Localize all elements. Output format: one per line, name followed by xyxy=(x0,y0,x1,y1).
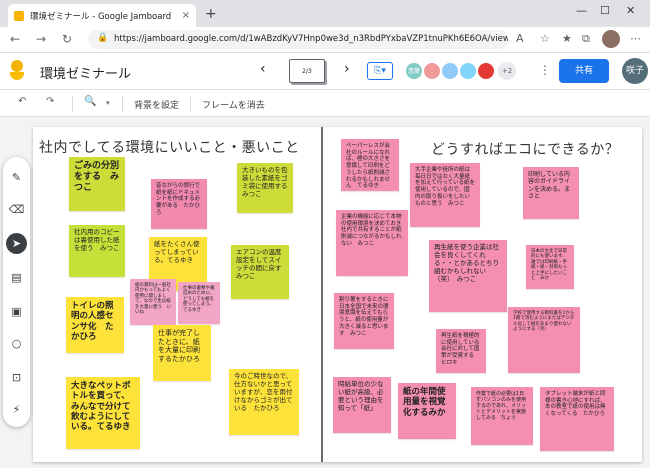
next-frame-button[interactable]: › xyxy=(344,61,350,77)
favorite-star-icon[interactable]: ☆ xyxy=(540,32,550,45)
sticky-note-icon[interactable]: ▤ xyxy=(6,267,27,288)
sticky-note[interactable]: 大手企業や役所の紙は毎日日ではなく大量紙を加えて行っている紙を使用しているので、… xyxy=(410,163,480,227)
sticky-note[interactable]: タブレット端末が紙と同様の書き心地にすれば、本の教室で紙の使用は無くなってくる … xyxy=(540,387,614,451)
more-collaborators-badge[interactable]: +2 xyxy=(498,62,516,80)
right-heading: どうすればエコにできるか？ xyxy=(431,142,620,158)
sticky-note[interactable]: 時給単位の少ない紙が高級、必要という理由を知って「紙」 xyxy=(333,377,391,433)
clear-frame-button[interactable]: フレームを消去 xyxy=(202,98,265,111)
user-avatar[interactable]: 咲子 xyxy=(622,58,648,84)
forward-icon[interactable]: → xyxy=(36,32,46,46)
url-text: https://jamboard.google.com/d/1wABzdKyV7… xyxy=(114,34,508,44)
sticky-note[interactable]: 再生紙を使う企業は社会を良くしてくれる・・とかあるとちり組むかもしれない（笑） … xyxy=(429,240,507,312)
toolbar-divider xyxy=(72,96,73,112)
sticky-note[interactable]: 仕事の書類や箱詰めのために、どうしても紙を使ってしまう。てるゆき xyxy=(178,282,220,324)
favorites-icon[interactable]: ★ xyxy=(562,32,572,45)
tool-rail: ✎ ⌫ ➤ ▤ ▣ ○ ⊡ ⚡ xyxy=(3,157,30,427)
share-button[interactable]: 共有 xyxy=(559,59,609,83)
frame-bar-toggle[interactable]: 2/3 xyxy=(289,59,325,83)
reload-icon[interactable]: ↻ xyxy=(62,32,72,46)
sticky-note[interactable]: 印刷している内容のガイドラインを決める。まさと xyxy=(523,167,579,219)
sticky-note[interactable]: 割り箸をするときに日本全国で未来の環境意識を伝えてもらうと、紙の使用量が大きく減… xyxy=(334,293,394,349)
lock-icon: 🔒 xyxy=(97,33,109,43)
sticky-note[interactable]: 社内用のコピーは裏使用した紙を使う みつこ xyxy=(69,225,125,277)
sticky-note[interactable]: 再生紙を積極的に使用している会社に対して国策が受賞する ヒロキ xyxy=(436,329,486,373)
toolbar-divider xyxy=(190,96,191,112)
sticky-note[interactable]: エアコンの温度設定をしてスイッチの間に戻す みつこ xyxy=(231,245,289,299)
close-window-button[interactable]: ✕ xyxy=(626,4,635,17)
browser-tab[interactable]: 環境ゼミナール - Google Jamboard × xyxy=(8,4,196,27)
set-background-button[interactable]: 背景を設定 xyxy=(134,98,179,111)
pen-icon[interactable]: ✎ xyxy=(6,167,27,188)
board-divider-line xyxy=(321,127,323,462)
collaborator-avatar[interactable] xyxy=(477,62,495,80)
redo-icon[interactable]: ↷ xyxy=(46,96,54,107)
sticky-note[interactable]: 作業で紙の必要は1日ずパソコンのみを使用するのであれ、メリットとデメリットを実施… xyxy=(471,387,533,445)
image-icon[interactable]: ▣ xyxy=(6,301,27,322)
jamboard-logo-icon[interactable] xyxy=(10,60,24,82)
toolbar-divider xyxy=(122,96,123,112)
maximize-button[interactable]: ☐ xyxy=(600,4,610,17)
undo-icon[interactable]: ↶ xyxy=(18,96,26,107)
sticky-note[interactable]: 昔ながらの慣行で紙を紙にドキュメントを作成する必要がある たかひろ xyxy=(151,179,207,229)
browser-menu-icon[interactable]: ⋯ xyxy=(630,32,641,45)
app-header: 環境ゼミナール ‹ 2/3 › ⎘▾ 悠葉 +2 ⋮ 共有 咲子 xyxy=(0,53,650,89)
minimize-button[interactable]: — xyxy=(576,4,587,17)
new-tab-button[interactable]: + xyxy=(205,6,217,22)
collections-icon[interactable]: ⧉ xyxy=(582,32,590,46)
url-input[interactable]: 🔒 https://jamboard.google.com/d/1wABzdKy… xyxy=(88,30,508,49)
back-icon[interactable]: ← xyxy=(10,32,20,46)
text-box-icon[interactable]: ⊡ xyxy=(6,367,27,388)
collaborator-avatar[interactable] xyxy=(441,62,459,80)
tab-close-icon[interactable]: × xyxy=(182,10,190,21)
browser-profile-avatar[interactable] xyxy=(602,30,620,48)
tab-title: 環境ゼミナール - Google Jamboard xyxy=(30,11,172,22)
left-heading: 社内でしてる環境にいいこと・悪いこと xyxy=(39,140,300,156)
browser-tab-bar: 環境ゼミナール - Google Jamboard × + — ☐ ✕ xyxy=(0,0,650,27)
sticky-note[interactable]: 大きいものを包装した素紙をゴミ袋に使用する みつこ xyxy=(237,163,293,213)
collaborator-avatar[interactable] xyxy=(423,62,441,80)
document-title[interactable]: 環境ゼミナール xyxy=(40,63,131,82)
eraser-icon[interactable]: ⌫ xyxy=(6,199,27,220)
read-aloud-icon[interactable]: A xyxy=(516,32,524,45)
jamboard-frame[interactable]: 社内でしてる環境にいいこと・悪いこと どうすればエコにできるか？ ごみの分別をす… xyxy=(33,127,642,462)
zoom-dropdown-icon[interactable]: ▾ xyxy=(106,99,110,107)
address-bar-row: ← → ↻ 🔒 https://jamboard.google.com/d/1w… xyxy=(0,27,650,53)
sticky-note[interactable]: 仕事が完了したときに、紙を大量に印刷するたかひろ xyxy=(153,325,211,381)
sticky-note[interactable]: 紙の資料は一般社内かもってもよく使用に関しまして、なので生は紙を大量に使う いい… xyxy=(130,279,176,325)
sticky-note[interactable]: 今のご時世なので、仕方ないかと思っていますが、恋を雨付けなからゴミが出ている た… xyxy=(229,369,299,435)
sticky-note[interactable]: ごみの分別をする みつこ xyxy=(69,157,125,211)
prev-frame-button[interactable]: ‹ xyxy=(260,61,266,77)
sticky-note[interactable]: 日本の文化で日常的にも使います、誰では印刷紙・手紙・紙・封筒もっと上手にしたいこ… xyxy=(526,245,574,289)
sticky-note[interactable]: 企業の機能に応じて本物の使用環境を決めておき社内で共有することが紙削減につながる… xyxy=(336,210,408,276)
sticky-note[interactable]: ペーパーレスが会社のルールになれば、極の大きさを意識して印刷をどうしたら紙削減さ… xyxy=(341,139,399,191)
frame-indicator: 2/3 xyxy=(302,68,312,75)
collaborator-avatar[interactable]: 悠葉 xyxy=(405,62,423,80)
laser-icon[interactable]: ⚡ xyxy=(6,399,27,420)
circle-icon[interactable]: ○ xyxy=(6,333,27,354)
more-options-icon[interactable]: ⋮ xyxy=(539,63,551,77)
sticky-note[interactable]: トイレの照明の人感センサ化 たかひろ xyxy=(66,297,124,353)
share-label: 共有 xyxy=(574,66,593,76)
jamboard-favicon-icon xyxy=(14,10,24,21)
sticky-note[interactable]: 学校で使用する教科書を1から1冊で済むようにまたはデジタル化して紙をあまり使わな… xyxy=(508,307,580,373)
present-button[interactable]: ⎘▾ xyxy=(367,62,393,80)
zoom-icon[interactable]: 🔍 xyxy=(84,96,96,107)
sticky-note[interactable]: 紙の年間使用量を視覚化するみか xyxy=(398,383,456,439)
select-icon[interactable]: ➤ xyxy=(6,233,27,254)
edit-toolbar: ↶ ↷ 🔍 ▾ 背景を設定 フレームを消去 xyxy=(0,89,650,117)
collaborator-avatar[interactable] xyxy=(459,62,477,80)
sticky-note[interactable]: 大きなペットボトルを買って、みんなで分けて飲むようにしている。てるゆき xyxy=(66,377,140,449)
